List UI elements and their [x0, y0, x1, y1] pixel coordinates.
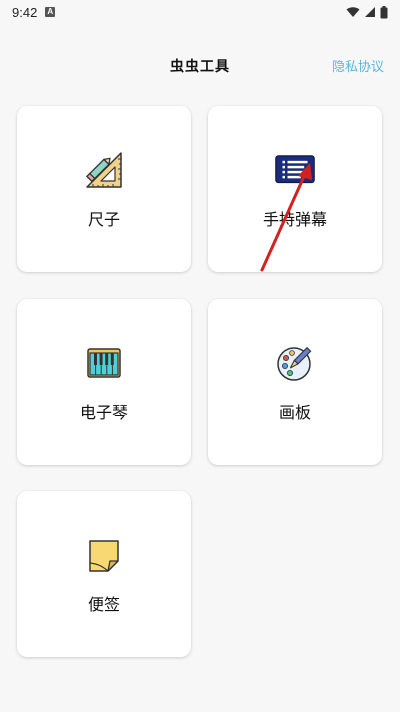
status-bar: 9:42 A: [0, 0, 400, 24]
piano-icon: [84, 343, 124, 383]
signal-icon: [365, 7, 375, 17]
a-badge-icon: A: [45, 7, 56, 17]
tool-card-drawing-board[interactable]: 画板: [208, 299, 382, 465]
tool-label-sticky-note: 便签: [87, 595, 120, 614]
privacy-policy-link[interactable]: 隐私协议: [332, 56, 384, 75]
status-time: 9:42: [12, 4, 38, 20]
tool-card-sticky-note[interactable]: 便签: [17, 491, 191, 657]
tool-label-drawing-board: 画板: [278, 403, 311, 422]
tool-label-barrage: 手持弹幕: [262, 210, 327, 229]
header: 虫虫工具 隐私协议: [0, 50, 400, 84]
sticky-note-icon: [84, 535, 124, 575]
battery-icon: [380, 5, 388, 18]
palette-icon: [275, 343, 315, 383]
tool-label-piano: 电子琴: [79, 403, 128, 422]
tool-label-ruler: 尺子: [87, 210, 120, 229]
tool-card-ruler[interactable]: 尺子: [17, 106, 191, 272]
tool-card-piano[interactable]: 电子琴: [17, 299, 191, 465]
barrage-icon: [275, 150, 315, 190]
tool-card-barrage[interactable]: 手持弹幕: [208, 106, 382, 272]
wifi-icon: [346, 7, 360, 17]
ruler-icon: [84, 150, 124, 190]
status-icons: [346, 5, 388, 19]
